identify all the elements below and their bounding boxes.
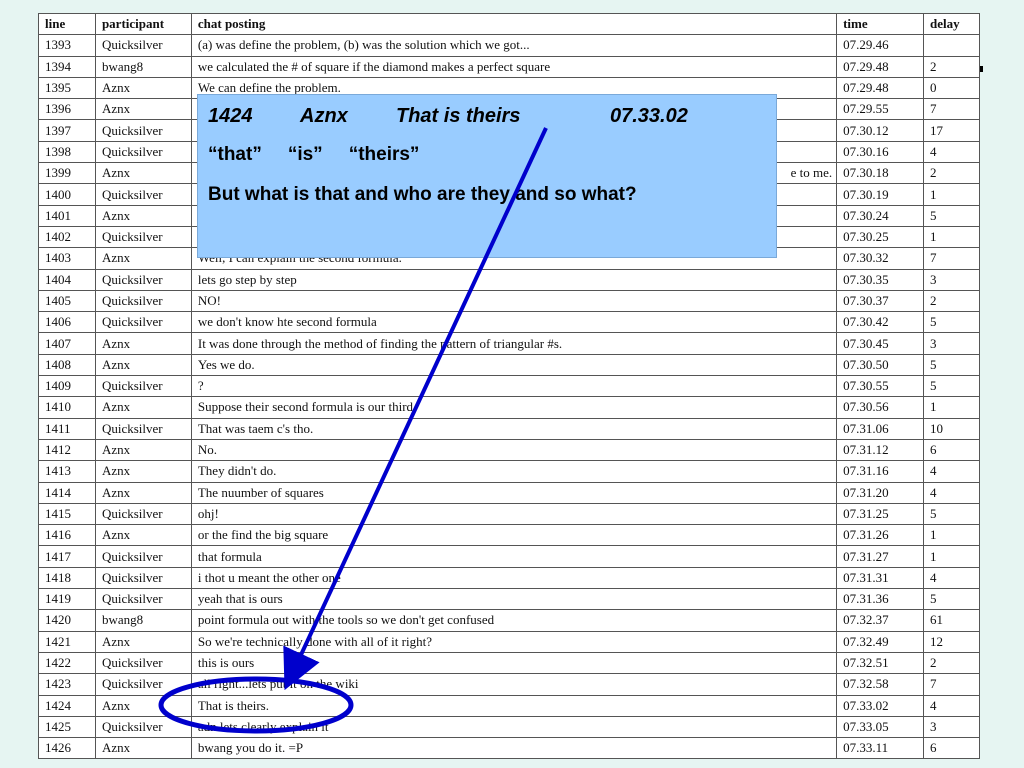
highlight-ellipse <box>158 676 354 734</box>
annotation-overlay <box>158 127 548 734</box>
annotation-arrow <box>283 127 548 691</box>
